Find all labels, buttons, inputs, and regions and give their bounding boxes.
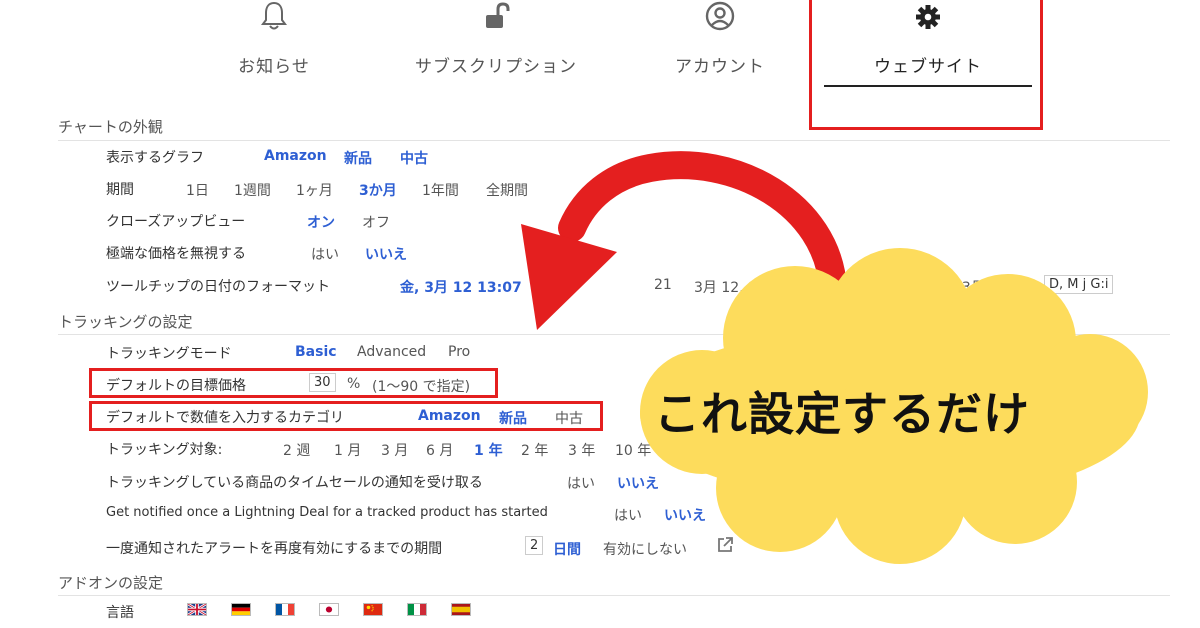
callout-text: これ設定するだけ bbox=[654, 387, 1030, 441]
yellow-cloud-callout bbox=[640, 248, 1148, 564]
